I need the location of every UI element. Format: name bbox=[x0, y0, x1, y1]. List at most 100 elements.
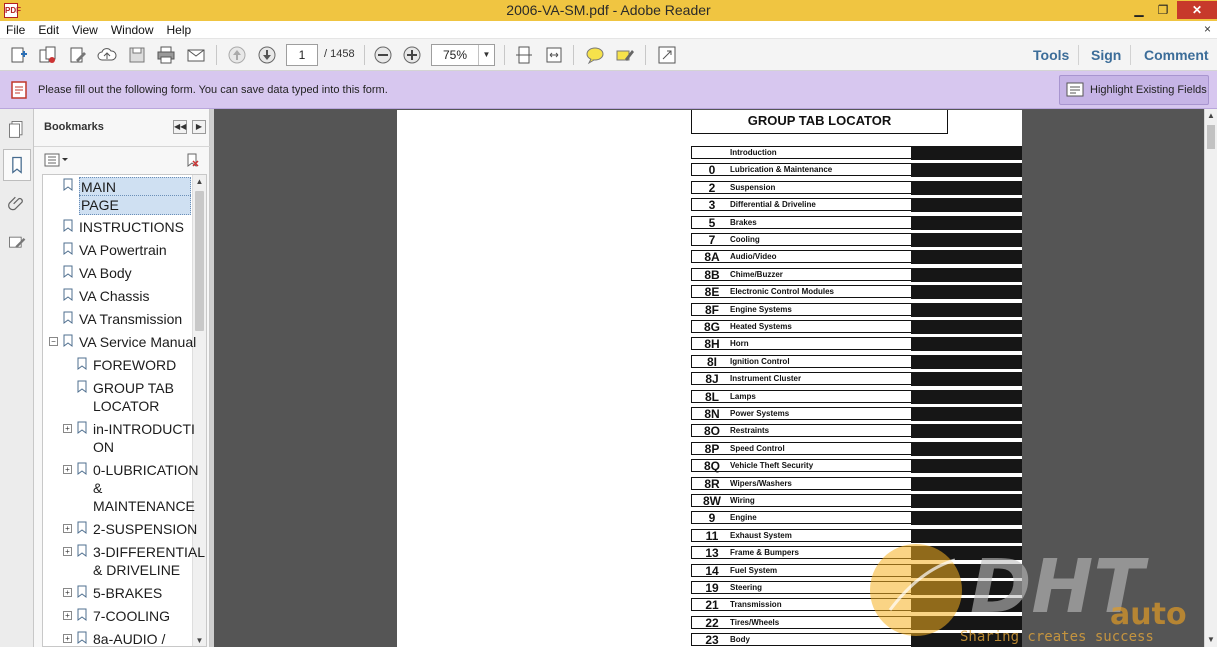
next-page-icon[interactable] bbox=[256, 44, 278, 66]
bookmark-item[interactable]: GROUP TAB bbox=[93, 379, 174, 397]
sign-link[interactable]: Sign bbox=[1091, 47, 1121, 63]
bookmark-icon bbox=[63, 178, 73, 191]
create-pdf-icon[interactable] bbox=[8, 44, 30, 66]
bookmark-item[interactable]: in-INTRODUCTI bbox=[93, 420, 195, 438]
bookmark-item[interactable]: 2-SUSPENSION bbox=[93, 520, 197, 538]
bookmark-item[interactable]: & bbox=[93, 479, 102, 497]
bookmark-item[interactable]: 3-DIFFERENTIAL bbox=[93, 543, 205, 561]
menu-help[interactable]: Help bbox=[167, 23, 192, 37]
group-number: 8B bbox=[704, 268, 720, 282]
bookmark-item[interactable]: VA Powertrain bbox=[79, 241, 167, 259]
black-tab-marker bbox=[911, 390, 1022, 404]
bookmark-item[interactable]: INSTRUCTIONS bbox=[79, 218, 184, 236]
expand-panel-button[interactable]: ▶ bbox=[192, 120, 206, 134]
zoom-in-icon[interactable] bbox=[401, 44, 423, 66]
bookmark-item[interactable]: FOREWORD bbox=[93, 356, 176, 374]
expand-toggle-icon[interactable]: + bbox=[63, 465, 72, 474]
restore-button[interactable]: ❐ bbox=[1150, 1, 1176, 19]
bookmark-item[interactable]: LOCATOR bbox=[93, 397, 159, 415]
bookmark-item[interactable]: VA Chassis bbox=[79, 287, 150, 305]
tab-locator-row: 8R Wipers/Washers bbox=[691, 477, 1022, 491]
bookmark-item[interactable]: MAINTENANCE bbox=[93, 497, 195, 515]
full-screen-icon[interactable] bbox=[656, 44, 678, 66]
fit-page-icon[interactable] bbox=[513, 44, 535, 66]
group-number: 19 bbox=[705, 581, 719, 595]
print-icon[interactable] bbox=[155, 44, 177, 66]
save-icon[interactable] bbox=[126, 44, 148, 66]
bookmark-item[interactable]: 7-COOLING bbox=[93, 607, 170, 625]
bookmark-item[interactable]: ON bbox=[93, 438, 114, 456]
collapse-panel-button[interactable]: ◀◀ bbox=[173, 120, 187, 134]
black-tab-marker bbox=[911, 442, 1022, 456]
tools-link[interactable]: Tools bbox=[1033, 47, 1069, 63]
bookmark-item[interactable]: 0-LUBRICATION bbox=[93, 461, 199, 479]
tab-locator-row: 13 Frame & Bumpers bbox=[691, 546, 1022, 560]
highlight-text-icon[interactable] bbox=[614, 44, 636, 66]
tab-locator-row: 14 Fuel System bbox=[691, 564, 1022, 578]
zoom-out-icon[interactable] bbox=[372, 44, 394, 66]
black-tab-marker bbox=[911, 372, 1022, 386]
bookmark-icon bbox=[77, 380, 87, 393]
chevron-down-icon[interactable]: ▼ bbox=[478, 45, 494, 65]
menu-edit[interactable]: Edit bbox=[38, 23, 59, 37]
delete-bookmark-icon[interactable] bbox=[184, 152, 200, 168]
zoom-select[interactable]: 75% ▼ bbox=[431, 44, 495, 66]
bookmark-icon bbox=[77, 544, 87, 557]
scroll-up-icon[interactable]: ▲ bbox=[1205, 109, 1217, 123]
bookmarks-scrollbar[interactable]: ▲ ▼ bbox=[192, 175, 206, 646]
bookmark-item[interactable]: VA Transmission bbox=[79, 310, 182, 328]
cloud-upload-icon[interactable] bbox=[96, 44, 118, 66]
signatures-icon[interactable] bbox=[5, 231, 29, 255]
scroll-thumb[interactable] bbox=[1207, 125, 1215, 149]
highlight-fields-button[interactable]: Highlight Existing Fields bbox=[1059, 75, 1209, 105]
close-window-button[interactable]: ✕ bbox=[1177, 1, 1217, 19]
close-document-icon[interactable]: × bbox=[1204, 22, 1211, 36]
bookmarks-tree[interactable]: ▲ ▼ MAIN WELCOMEPAGEINSTRUCTIONSVA Power… bbox=[42, 174, 207, 647]
menu-window[interactable]: Window bbox=[111, 23, 154, 37]
expand-toggle-icon[interactable]: + bbox=[63, 547, 72, 556]
group-label: Lamps bbox=[730, 392, 756, 401]
page-number-input[interactable]: 1 bbox=[286, 44, 318, 66]
edit-pdf-icon[interactable] bbox=[67, 44, 89, 66]
tab-locator-cell: 8N Power Systems bbox=[691, 407, 911, 421]
page-thumbnails-icon[interactable] bbox=[5, 117, 29, 141]
bookmark-item[interactable]: VA Body bbox=[79, 264, 132, 282]
expand-toggle-icon[interactable]: + bbox=[63, 424, 72, 433]
group-label: Transmission bbox=[730, 600, 782, 609]
black-tab-marker bbox=[911, 581, 1022, 595]
email-icon[interactable] bbox=[185, 44, 207, 66]
expand-toggle-icon[interactable]: + bbox=[63, 611, 72, 620]
bookmark-item[interactable]: VA Service Manual bbox=[79, 333, 196, 351]
bookmark-item[interactable]: PAGE bbox=[79, 195, 191, 215]
menu-view[interactable]: View bbox=[72, 23, 98, 37]
options-menu-icon[interactable] bbox=[44, 153, 68, 167]
scroll-up-icon[interactable]: ▲ bbox=[193, 175, 206, 189]
minimize-button[interactable]: ▁ bbox=[1126, 1, 1152, 19]
bookmarks-panel-icon[interactable] bbox=[3, 149, 31, 181]
expand-toggle-icon[interactable]: + bbox=[63, 634, 72, 643]
combine-files-icon[interactable] bbox=[37, 44, 59, 66]
black-tab-marker bbox=[911, 285, 1022, 299]
menu-file[interactable]: File bbox=[6, 23, 25, 37]
bookmark-icon bbox=[63, 288, 73, 301]
document-scrollbar[interactable]: ▲ ▼ bbox=[1204, 109, 1217, 647]
form-icon bbox=[11, 81, 27, 99]
bookmark-item[interactable]: 8a-AUDIO / bbox=[93, 630, 165, 646]
bookmark-item[interactable]: 5-BRAKES bbox=[93, 584, 162, 602]
group-number: 8L bbox=[704, 390, 719, 404]
collapse-toggle-icon[interactable]: − bbox=[49, 337, 58, 346]
tab-locator-row: 8L Lamps bbox=[691, 390, 1022, 404]
attachments-icon[interactable] bbox=[5, 191, 29, 215]
previous-page-icon[interactable] bbox=[226, 44, 248, 66]
scroll-thumb[interactable] bbox=[195, 191, 204, 331]
group-number: 8P bbox=[704, 442, 720, 456]
bookmark-item[interactable]: & DRIVELINE bbox=[93, 561, 180, 579]
fit-width-icon[interactable] bbox=[543, 44, 565, 66]
scroll-down-icon[interactable]: ▼ bbox=[193, 634, 206, 646]
expand-toggle-icon[interactable]: + bbox=[63, 588, 72, 597]
scroll-down-icon[interactable]: ▼ bbox=[1205, 633, 1217, 647]
expand-toggle-icon[interactable]: + bbox=[63, 524, 72, 533]
comment-link[interactable]: Comment bbox=[1144, 47, 1209, 63]
sticky-note-icon[interactable] bbox=[584, 44, 606, 66]
highlight-fields-icon bbox=[1066, 82, 1084, 97]
